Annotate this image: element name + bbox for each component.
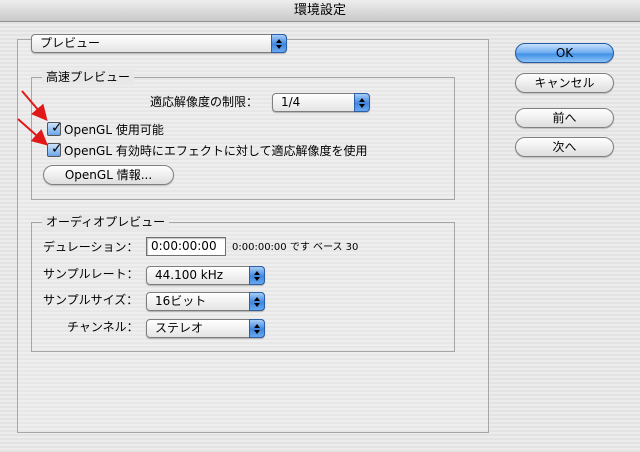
channels-label: チャンネル： xyxy=(67,320,139,334)
ok-button-label: OK xyxy=(555,46,574,60)
annotation-arrow-1 xyxy=(21,90,48,122)
opengl-info-button-label: OpenGL 情報... xyxy=(64,168,153,182)
sample-rate-value: 44.100 kHz xyxy=(155,268,224,282)
annotation-arrow-2 xyxy=(17,118,48,146)
duration-field-value: 0:00:00:00 xyxy=(151,239,217,253)
channels-popup[interactable]: ステレオ xyxy=(146,319,265,338)
category-popup[interactable]: プレビュー xyxy=(31,34,287,53)
prev-button[interactable]: 前へ xyxy=(515,108,614,128)
popup-arrows-icon xyxy=(249,266,265,285)
duration-label: デュレーション： xyxy=(43,240,139,254)
sample-rate-label: サンプルレート： xyxy=(43,267,139,281)
duration-note: 0:00:00:00 です ベース 30 xyxy=(232,242,359,253)
sample-rate-popup[interactable]: 44.100 kHz xyxy=(146,266,265,285)
popup-arrows-icon xyxy=(249,319,265,338)
sample-size-label: サンプルサイズ： xyxy=(43,293,139,307)
popup-arrows-icon xyxy=(249,292,265,311)
ok-button[interactable]: OK xyxy=(515,43,614,63)
annotation-arrows xyxy=(17,90,48,146)
sample-size-value: 16ビット xyxy=(155,294,207,308)
opengl-adaptive-label: OpenGL 有効時にエフェクトに対して適応解像度を使用 xyxy=(64,144,368,158)
adaptive-resolution-value: 1/4 xyxy=(281,95,301,109)
prev-button-label: 前へ xyxy=(552,111,577,125)
audio-preview-title: オーディオプレビュー xyxy=(42,214,170,230)
adaptive-resolution-label: 適応解像度の制限： xyxy=(150,95,259,109)
popup-arrows-icon xyxy=(271,34,287,53)
next-button-label: 次へ xyxy=(552,140,577,154)
opengl-info-button[interactable]: OpenGL 情報... xyxy=(43,165,174,185)
adaptive-resolution-popup[interactable]: 1/4 xyxy=(272,93,370,112)
window-title: 環境設定 xyxy=(293,3,346,18)
fast-preview-title: 高速プレビュー xyxy=(42,69,135,85)
channels-value: ステレオ xyxy=(155,321,204,335)
next-button[interactable]: 次へ xyxy=(515,137,614,157)
duration-field[interactable]: 0:00:00:00 xyxy=(146,237,226,256)
window-titlebar: 環境設定 xyxy=(0,0,640,22)
category-popup-value: プレビュー xyxy=(40,36,101,50)
popup-arrows-icon xyxy=(354,93,370,112)
sample-size-popup[interactable]: 16ビット xyxy=(146,292,265,311)
cancel-button[interactable]: キャンセル xyxy=(515,73,614,93)
cancel-button-label: キャンセル xyxy=(534,76,595,90)
